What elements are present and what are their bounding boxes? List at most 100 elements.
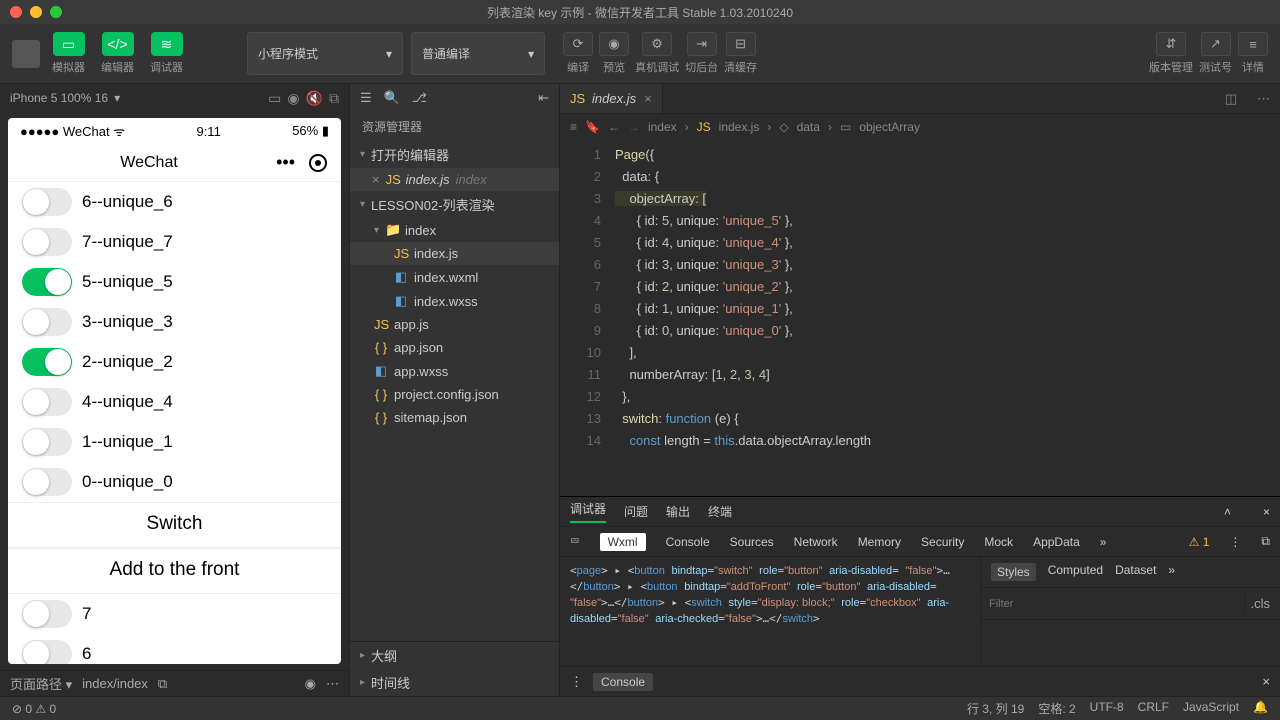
tab-security[interactable]: Security <box>921 535 964 549</box>
file-sitemap[interactable]: { }sitemap.json <box>350 406 559 429</box>
open-editors-header[interactable]: ▾打开的编辑器 <box>350 141 559 168</box>
switch-toggle[interactable] <box>22 308 72 336</box>
cursor-position[interactable]: 行 3, 列 19 <box>967 700 1024 717</box>
filter-input[interactable] <box>985 592 1244 615</box>
tab-memory[interactable]: Memory <box>858 535 901 549</box>
eol-info[interactable]: CRLF <box>1138 700 1169 717</box>
minimize-icon[interactable] <box>30 6 42 18</box>
file-index-js[interactable]: JSindex.js <box>350 242 559 265</box>
list-item[interactable]: 5--unique_5 <box>8 262 341 302</box>
tab-wxml[interactable]: Wxml <box>600 533 646 551</box>
tab-dataset[interactable]: Dataset <box>1115 563 1156 581</box>
compile-select[interactable]: 普通编译▾ <box>411 32 545 75</box>
split-icon[interactable]: ◫ <box>1215 91 1247 107</box>
wxml-tree[interactable]: <page> ▸ <button bindtap="switch" role="… <box>560 557 980 666</box>
more-icon[interactable]: ⋯ <box>326 676 339 692</box>
switch-toggle[interactable] <box>22 600 72 628</box>
more-icon[interactable]: ⋯ <box>1247 91 1280 107</box>
indent-info[interactable]: 空格: 2 <box>1038 700 1075 717</box>
rotate-icon[interactable]: ▭ <box>268 90 281 107</box>
debugger-button[interactable]: ≋调试器 <box>146 32 187 75</box>
branch-icon[interactable]: ⎇ <box>412 90 427 106</box>
switch-toggle[interactable] <box>22 348 72 376</box>
inspect-icon[interactable]: ⮹ <box>570 534 580 549</box>
preview-button[interactable]: ◉预览 <box>599 32 629 75</box>
compile-button[interactable]: ⟳编译 <box>563 32 593 75</box>
switch-toggle[interactable] <box>22 640 72 664</box>
switch-toggle[interactable] <box>22 428 72 456</box>
list-item[interactable]: 4--unique_4 <box>8 382 341 422</box>
test-id-button[interactable]: ↗测试号 <box>1199 32 1232 75</box>
dock-icon[interactable]: ⧉ <box>1261 534 1270 549</box>
editor-tab[interactable]: JSindex.js× <box>560 84 663 113</box>
tab-computed[interactable]: Computed <box>1048 563 1103 581</box>
close-icon[interactable] <box>10 6 22 18</box>
list-icon[interactable]: ☰ <box>360 90 372 106</box>
simulator-button[interactable]: ▭模拟器 <box>48 32 89 75</box>
menu-icon[interactable]: ••• <box>276 152 295 173</box>
file-app-json[interactable]: { }app.json <box>350 336 559 359</box>
switch-toggle[interactable] <box>22 388 72 416</box>
switch-toggle[interactable] <box>22 188 72 216</box>
tab-mock[interactable]: Mock <box>984 535 1013 549</box>
file-index-wxss[interactable]: ◧index.wxss <box>350 289 559 313</box>
close-tab-icon[interactable]: × <box>644 91 652 106</box>
chevron-up-icon[interactable]: ˄ <box>1224 505 1231 519</box>
list-item[interactable]: 2--unique_2 <box>8 342 341 382</box>
outline-header[interactable]: ▸大纲 <box>350 642 559 669</box>
phone-viewport[interactable]: ●●●●● WeChat ᯤ9:1156% ▮ WeChat••• 6--uni… <box>8 118 341 664</box>
tab-debugger[interactable]: 调试器 <box>570 500 606 523</box>
tab-terminal[interactable]: 终端 <box>708 503 732 520</box>
switch-toggle[interactable] <box>22 468 72 496</box>
file-app-wxss[interactable]: ◧app.wxss <box>350 359 559 383</box>
breadcrumb[interactable]: ≡🔖←→ index› JSindex.js› ◇data› ▭objectAr… <box>560 114 1280 140</box>
close-icon[interactable]: × <box>1263 505 1270 519</box>
window-controls[interactable] <box>10 6 62 18</box>
more-tabs-icon[interactable]: » <box>1100 535 1107 549</box>
avatar[interactable] <box>12 40 40 68</box>
switch-toggle[interactable] <box>22 268 72 296</box>
maximize-icon[interactable] <box>50 6 62 18</box>
folder-index[interactable]: ▾📁index <box>350 218 559 242</box>
copy-icon[interactable]: ⧉ <box>158 676 167 692</box>
tab-output[interactable]: 输出 <box>666 503 690 520</box>
search-icon[interactable]: 🔍 <box>384 90 400 106</box>
page-path-label[interactable]: 页面路径 ▾ <box>10 674 72 693</box>
status-errors[interactable]: ⊘ 0 ⚠ 0 <box>12 702 56 716</box>
clear-cache-button[interactable]: ⊟清缓存 <box>724 32 757 75</box>
warning-badge[interactable]: ⚠ 1 <box>1189 535 1210 549</box>
project-header[interactable]: ▾LESSON02-列表渲染 <box>350 191 559 218</box>
open-editor-file[interactable]: ×JSindex.jsindex <box>350 168 559 191</box>
list-item[interactable]: 7--unique_7 <box>8 222 341 262</box>
list-item[interactable]: 6--unique_6 <box>8 182 341 222</box>
more-icon[interactable]: » <box>1168 563 1175 581</box>
mute-icon[interactable]: 🔇 <box>306 90 323 107</box>
code-editor[interactable]: 1234567891011121314 Page({ data: { objec… <box>560 140 1280 496</box>
file-project-config[interactable]: { }project.config.json <box>350 383 559 406</box>
target-icon[interactable] <box>309 154 327 172</box>
tab-styles[interactable]: Styles <box>991 563 1036 581</box>
remote-debug-button[interactable]: ⚙真机调试 <box>635 32 679 75</box>
language-info[interactable]: JavaScript <box>1183 700 1239 717</box>
tab-network[interactable]: Network <box>794 535 838 549</box>
eye-icon[interactable]: ◉ <box>305 676 316 692</box>
bell-icon[interactable]: 🔔 <box>1253 700 1268 717</box>
mode-select[interactable]: 小程序模式▾ <box>247 32 403 75</box>
version-button[interactable]: ⇵版本管理 <box>1149 32 1193 75</box>
list-item[interactable]: 0--unique_0 <box>8 462 341 502</box>
detach-icon[interactable]: ⧉ <box>329 90 339 107</box>
cls-button[interactable]: .cls <box>1244 592 1277 615</box>
console-drawer[interactable]: Console <box>593 673 653 691</box>
editor-button[interactable]: </>编辑器 <box>97 32 138 75</box>
list-item[interactable]: 1--unique_1 <box>8 422 341 462</box>
collapse-icon[interactable]: ⇤ <box>538 90 549 106</box>
switch-button[interactable]: Switch <box>8 502 341 548</box>
record-icon[interactable]: ◉ <box>287 90 299 107</box>
file-app-js[interactable]: JSapp.js <box>350 313 559 336</box>
tab-appdata[interactable]: AppData <box>1033 535 1080 549</box>
tab-problems[interactable]: 问题 <box>624 503 648 520</box>
list-item[interactable]: 7 <box>8 594 341 634</box>
encoding-info[interactable]: UTF-8 <box>1090 700 1124 717</box>
kebab-icon[interactable]: ⋮ <box>1229 535 1241 549</box>
file-index-wxml[interactable]: ◧index.wxml <box>350 265 559 289</box>
